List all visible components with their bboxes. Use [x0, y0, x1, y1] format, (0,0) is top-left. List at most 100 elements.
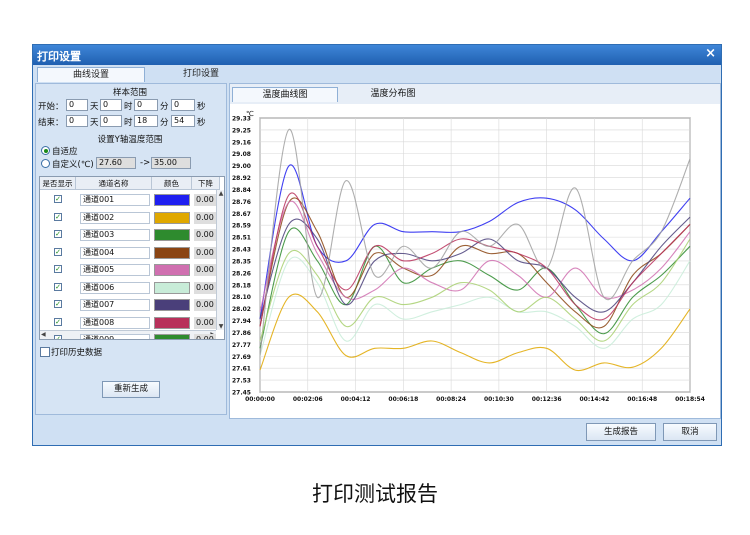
y-tick-label: 28.43 — [232, 247, 251, 254]
unit-hour: 时 — [124, 102, 133, 112]
y-tick-label: 29.25 — [232, 127, 251, 134]
channel-color-swatch[interactable] — [154, 281, 190, 294]
generate-report-button[interactable]: 生成报告 — [586, 423, 656, 441]
unit-hour: 时 — [124, 118, 133, 128]
table-row: ✓ 通道004 0.00 — [40, 246, 216, 260]
unit-min: 分 — [160, 118, 169, 128]
channel-color-swatch[interactable] — [154, 334, 190, 339]
y-tick-label: 27.86 — [232, 330, 251, 337]
channel-offset-value[interactable]: 0.00 — [194, 264, 216, 276]
y-tick-label: 28.84 — [232, 187, 251, 194]
print-settings-dialog: 打印设置 × 曲线设置 打印设置 样本范围 开始： 0 天 0 时 0 分 0 … — [32, 44, 722, 446]
show-checkbox[interactable]: ✓ — [54, 282, 62, 291]
y-tick-label: 27.69 — [232, 354, 251, 361]
scroll-up-icon[interactable]: ▲ — [217, 190, 224, 197]
show-checkbox[interactable]: ✓ — [54, 247, 62, 256]
x-tick-label: 00:18:54 — [675, 396, 705, 403]
y-tick-label: 28.35 — [232, 258, 251, 265]
channel-name-input[interactable]: 通道002 — [80, 211, 150, 224]
channel-name-input[interactable]: 通道006 — [80, 281, 150, 294]
end-day-input[interactable]: 0 — [66, 115, 88, 127]
y-tick-label: 29.00 — [232, 163, 251, 170]
channel-offset-value[interactable]: 0.00 — [194, 211, 216, 224]
custom-label: 自定义(℃) — [52, 160, 94, 170]
start-label: 开始： — [38, 102, 64, 112]
history-checkbox[interactable] — [40, 347, 50, 357]
table-row: ✓ 通道003 0.00 — [40, 228, 216, 242]
table-row: ✓ 通道006 0.00 — [40, 281, 216, 295]
channel-offset-value[interactable]: 0.00 — [194, 246, 216, 259]
start-sec-input[interactable]: 0 — [171, 99, 195, 111]
y-tick-label: 28.67 — [232, 211, 251, 218]
tab-temperature-distribution[interactable]: 温度分布图 — [340, 87, 446, 102]
channel-color-swatch[interactable] — [154, 194, 190, 206]
channel-offset-value[interactable]: 0.00 — [194, 334, 216, 339]
show-checkbox[interactable]: ✓ — [54, 230, 62, 238]
show-checkbox[interactable]: ✓ — [54, 195, 62, 203]
tab-temperature-curve[interactable]: 温度曲线图 — [232, 87, 338, 102]
range-arrow: -> — [140, 158, 151, 168]
channel-name-input[interactable]: 通道001 — [80, 194, 150, 206]
end-min-input[interactable]: 18 — [134, 115, 158, 127]
show-checkbox[interactable]: ✓ — [54, 300, 62, 308]
channel-offset-value[interactable]: 0.00 — [194, 229, 216, 241]
x-tick-label: 00:10:30 — [484, 396, 514, 403]
channel-name-input[interactable]: 通道003 — [80, 229, 150, 241]
table-row: ✓ 通道008 0.00 — [40, 316, 216, 330]
end-hour-input[interactable]: 0 — [100, 115, 122, 127]
dialog-titlebar: 打印设置 × — [33, 45, 721, 65]
y-tick-label: 28.18 — [232, 282, 251, 289]
channel-name-input[interactable]: 通道008 — [80, 316, 150, 329]
channel-offset-value[interactable]: 0.00 — [194, 194, 216, 206]
start-min-input[interactable]: 0 — [134, 99, 158, 111]
channel-color-swatch[interactable] — [154, 211, 190, 224]
start-day-input[interactable]: 0 — [66, 99, 88, 111]
show-checkbox[interactable]: ✓ — [54, 265, 62, 273]
channel-name-input[interactable]: 通道005 — [80, 264, 150, 276]
history-label: 打印历史数据 — [51, 348, 103, 358]
channel-color-swatch[interactable] — [154, 264, 190, 276]
start-hour-input[interactable]: 0 — [100, 99, 122, 111]
scroll-down-icon[interactable]: ▼ — [217, 323, 224, 330]
regenerate-button[interactable]: 重新生成 — [102, 381, 160, 398]
y-tick-label: 27.77 — [232, 342, 251, 349]
channel-table: 是否显示 通道名称 颜色 下降 ▲ ▼ ◀ ▶ ✓通道0010.00✓通道002… — [39, 176, 225, 340]
custom-radio[interactable] — [41, 159, 50, 168]
channel-color-swatch[interactable] — [154, 229, 190, 241]
dialog-title: 打印设置 — [37, 50, 81, 63]
channel-offset-value[interactable]: 0.00 — [194, 316, 216, 329]
channel-name-input[interactable]: 通道007 — [80, 299, 150, 311]
cancel-button[interactable]: 取消 — [663, 423, 717, 441]
unit-sec: 秒 — [197, 102, 206, 112]
channel-color-swatch[interactable] — [154, 316, 190, 329]
show-checkbox[interactable]: ✓ — [54, 212, 62, 221]
table-row: ✓ 通道002 0.00 — [40, 211, 216, 225]
tab-print-settings[interactable]: 打印设置 — [147, 67, 255, 82]
custom-max-input[interactable]: 35.00 — [151, 157, 191, 169]
custom-min-input[interactable]: 27.60 — [96, 157, 136, 169]
y-tick-label: 28.51 — [232, 235, 251, 242]
end-sec-input[interactable]: 54 — [171, 115, 195, 127]
channel-name-input[interactable]: 通道009 — [80, 334, 150, 339]
channel-offset-value[interactable]: 0.00 — [194, 281, 216, 294]
show-checkbox[interactable]: ✓ — [54, 335, 62, 339]
auto-radio[interactable] — [41, 146, 50, 155]
unit-min: 分 — [160, 102, 169, 112]
x-tick-label: 00:14:42 — [580, 396, 610, 403]
auto-label: 自适应 — [52, 147, 78, 157]
channel-color-swatch[interactable] — [154, 299, 190, 311]
channel-name-input[interactable]: 通道004 — [80, 246, 150, 259]
y-tick-label: 28.92 — [232, 175, 251, 182]
tab-curve-settings[interactable]: 曲线设置 — [37, 67, 145, 82]
y-tick-label: 29.16 — [232, 139, 251, 146]
col-header-color: 颜色 — [152, 177, 192, 190]
dialog-tabs: 曲线设置 打印设置 — [35, 67, 721, 83]
table-row: ✓ 通道001 0.00 — [40, 193, 216, 207]
end-label: 结束： — [38, 118, 64, 128]
table-scrollbar[interactable]: ▲ ▼ — [216, 190, 224, 330]
close-icon[interactable]: × — [705, 46, 716, 61]
channel-color-swatch[interactable] — [154, 246, 190, 259]
show-checkbox[interactable]: ✓ — [54, 317, 62, 326]
channel-offset-value[interactable]: 0.00 — [194, 299, 216, 311]
table-row: ✓ 通道009 0.00 — [40, 333, 216, 339]
